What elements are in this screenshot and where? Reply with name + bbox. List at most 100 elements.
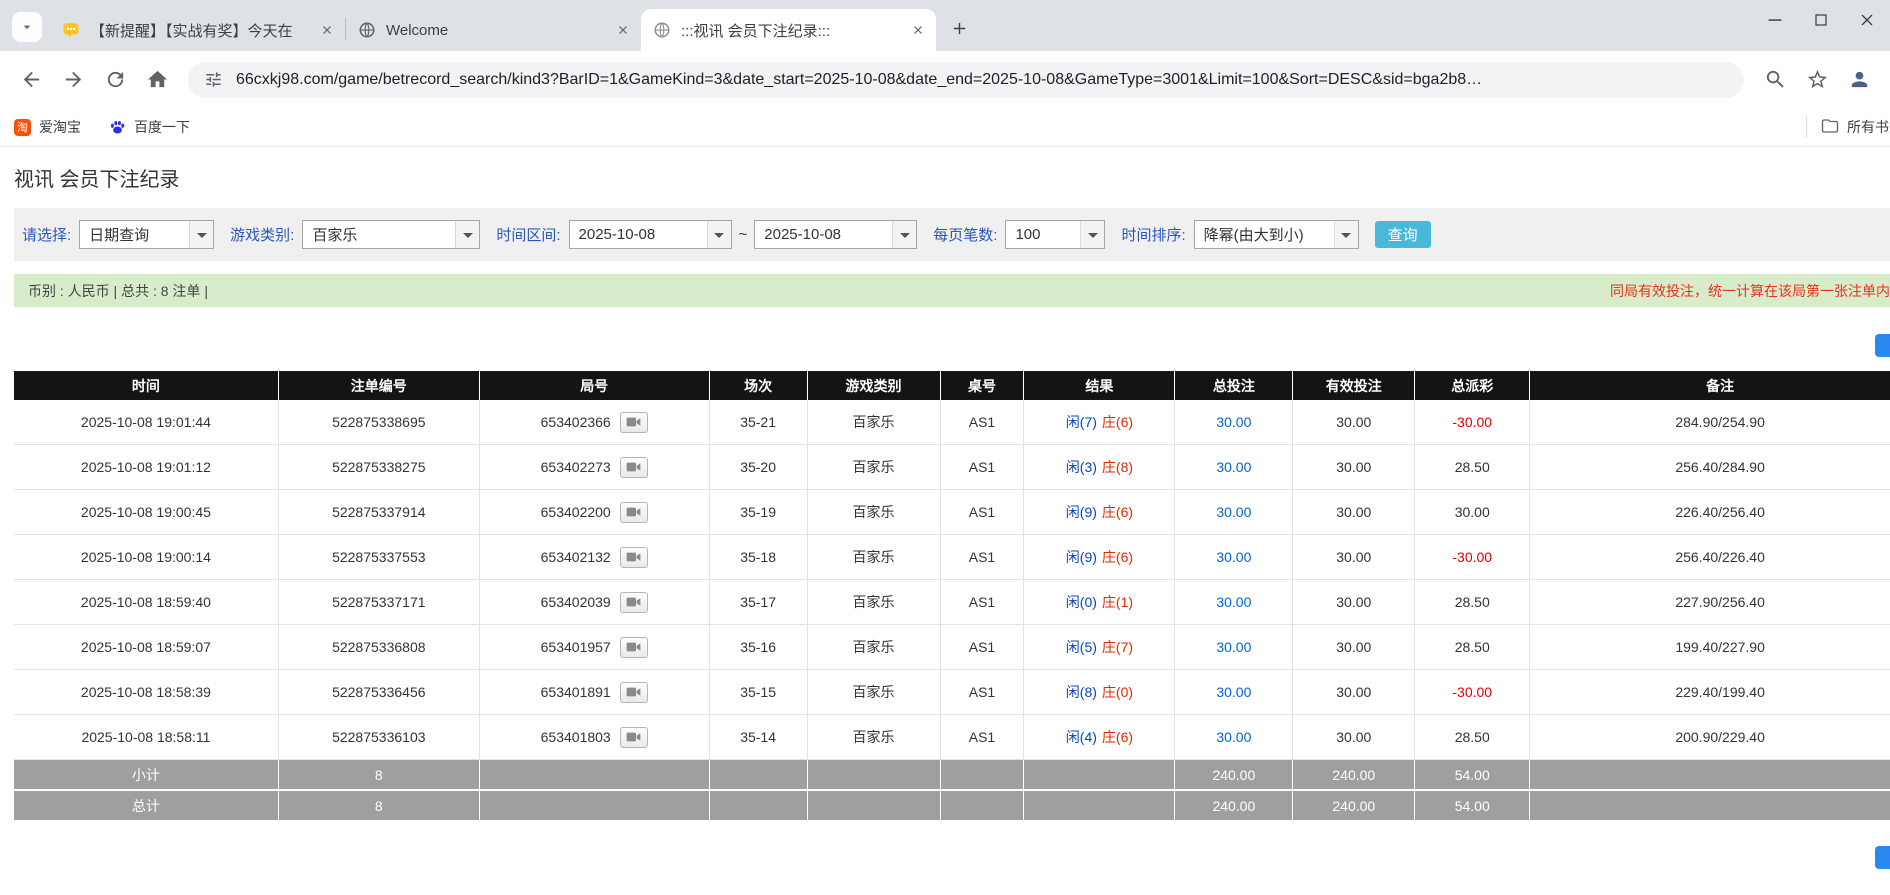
cell-table-no: AS1: [941, 400, 1025, 445]
replay-video-button[interactable]: [620, 682, 648, 703]
select-value: 降幂(由大到小): [1195, 221, 1334, 248]
replay-video-button[interactable]: [620, 637, 648, 658]
cell-bet-id: 522875336456: [279, 670, 480, 715]
floating-side-button-top[interactable]: [1875, 334, 1890, 357]
cell-total-bet-link[interactable]: 30.00: [1175, 535, 1293, 580]
all-bookmarks-button[interactable]: 所有书签: [1806, 108, 1890, 146]
date-end-select[interactable]: 2025-10-08: [754, 220, 917, 249]
cell-table-no: AS1: [941, 670, 1025, 715]
footer-cell-empty: [808, 791, 941, 820]
tab-search-button[interactable]: [12, 12, 42, 42]
cell-session: 35-19: [710, 490, 808, 535]
result-player: 闲(3): [1066, 457, 1097, 477]
cell-total-bet-link[interactable]: 30.00: [1175, 490, 1293, 535]
result-banker: 庄(6): [1102, 412, 1133, 432]
cell-session: 35-21: [710, 400, 808, 445]
profile-button[interactable]: [1838, 59, 1880, 101]
page-size-select[interactable]: 100: [1005, 220, 1105, 249]
browser-tab-1[interactable]: 【新提醒】【实战有奖】今天在: [50, 9, 345, 51]
subtotal-payout: 54.00: [1415, 760, 1530, 789]
replay-video-button[interactable]: [620, 457, 648, 478]
game-type-label: 游戏类别:: [230, 224, 294, 245]
bookmark-star-button[interactable]: [1796, 59, 1838, 101]
cell-payout: 28.50: [1415, 580, 1530, 625]
bookmark-baidu[interactable]: 百度一下: [109, 117, 190, 137]
result-player: 闲(7): [1066, 412, 1097, 432]
tab-close-icon[interactable]: [317, 20, 337, 40]
cell-round: 653402132: [480, 535, 710, 580]
cell-total-bet-link[interactable]: 30.00: [1175, 625, 1293, 670]
table-row: 2025-10-08 19:01:12 522875338275 6534022…: [14, 445, 1890, 490]
column-header: 时间: [14, 371, 279, 400]
cell-total-bet-link[interactable]: 30.00: [1175, 715, 1293, 760]
cell-remark: 256.40/226.40: [1530, 535, 1890, 580]
cell-result: 闲(8) 庄(0): [1024, 670, 1175, 715]
cell-round: 653401957: [480, 625, 710, 670]
cell-result: 闲(5) 庄(7): [1024, 625, 1175, 670]
forward-arrow-icon: [62, 68, 85, 91]
column-header: 总派彩: [1415, 371, 1530, 400]
replay-video-button[interactable]: [620, 592, 648, 613]
cell-game-type: 百家乐: [808, 625, 941, 670]
subtotal-count: 8: [279, 760, 480, 789]
round-number: 653401803: [541, 729, 611, 745]
replay-video-button[interactable]: [620, 727, 648, 748]
total-valid-bet: 240.00: [1293, 791, 1415, 820]
floating-side-button-bottom[interactable]: [1875, 846, 1890, 869]
video-camera-icon: [626, 551, 641, 563]
cell-total-bet-link[interactable]: 30.00: [1175, 400, 1293, 445]
replay-video-button[interactable]: [620, 547, 648, 568]
footer-cell-empty: [941, 791, 1025, 820]
cell-valid-bet: 30.00: [1293, 625, 1415, 670]
search-button[interactable]: 查询: [1375, 221, 1431, 248]
round-number: 653402132: [541, 549, 611, 565]
result-player: 闲(4): [1066, 727, 1097, 747]
cell-round: 653402039: [480, 580, 710, 625]
column-header: 桌号: [941, 371, 1025, 400]
round-number: 653401891: [541, 684, 611, 700]
browser-tab-active[interactable]: :::视讯 会员下注纪录:::: [641, 9, 936, 51]
date-start-select[interactable]: 2025-10-08: [569, 220, 732, 249]
sort-select[interactable]: 降幂(由大到小): [1194, 220, 1359, 249]
date-range-tilde: ~: [739, 226, 748, 243]
replay-video-button[interactable]: [620, 412, 648, 433]
reload-button[interactable]: [94, 59, 136, 101]
new-tab-button[interactable]: [942, 11, 976, 45]
video-camera-icon: [626, 596, 641, 608]
window-minimize-button[interactable]: [1752, 0, 1798, 40]
cell-payout: -30.00: [1415, 400, 1530, 445]
chevron-down-icon: [707, 221, 731, 248]
cell-valid-bet: 30.00: [1293, 670, 1415, 715]
cell-total-bet-link[interactable]: 30.00: [1175, 580, 1293, 625]
footer-cell-empty: [480, 760, 710, 789]
result-player: 闲(9): [1066, 547, 1097, 567]
cell-remark: 200.90/229.40: [1530, 715, 1890, 760]
replay-video-button[interactable]: [620, 502, 648, 523]
taobao-icon: 淘: [14, 119, 31, 136]
window-close-button[interactable]: [1844, 0, 1890, 40]
cell-total-bet-link[interactable]: 30.00: [1175, 670, 1293, 715]
query-mode-select[interactable]: 日期查询: [79, 220, 214, 249]
back-button[interactable]: [10, 59, 52, 101]
forward-button[interactable]: [52, 59, 94, 101]
home-button[interactable]: [136, 59, 178, 101]
tab-divider: [345, 18, 346, 40]
bookmark-aitaobao[interactable]: 淘 爱淘宝: [14, 117, 81, 137]
table-row: 2025-10-08 19:00:14 522875337553 6534021…: [14, 535, 1890, 580]
browser-tab-2[interactable]: Welcome: [346, 9, 641, 51]
address-bar[interactable]: 66cxkj98.com/game/betrecord_search/kind3…: [188, 62, 1744, 98]
zoom-button[interactable]: [1754, 59, 1796, 101]
result-player: 闲(0): [1066, 592, 1097, 612]
cell-total-bet-link[interactable]: 30.00: [1175, 445, 1293, 490]
cell-table-no: AS1: [941, 715, 1025, 760]
cell-result: 闲(7) 庄(6): [1024, 400, 1175, 445]
tab-close-icon[interactable]: [613, 20, 633, 40]
game-type-select[interactable]: 百家乐: [302, 220, 480, 249]
cell-round: 653401803: [480, 715, 710, 760]
window-maximize-button[interactable]: [1798, 0, 1844, 40]
total-label: 总计: [14, 791, 279, 820]
cell-bet-id: 522875336808: [279, 625, 480, 670]
column-header: 总投注: [1175, 371, 1293, 400]
page-title: 视讯 会员下注纪录: [14, 163, 1890, 192]
tab-close-icon[interactable]: [908, 20, 928, 40]
